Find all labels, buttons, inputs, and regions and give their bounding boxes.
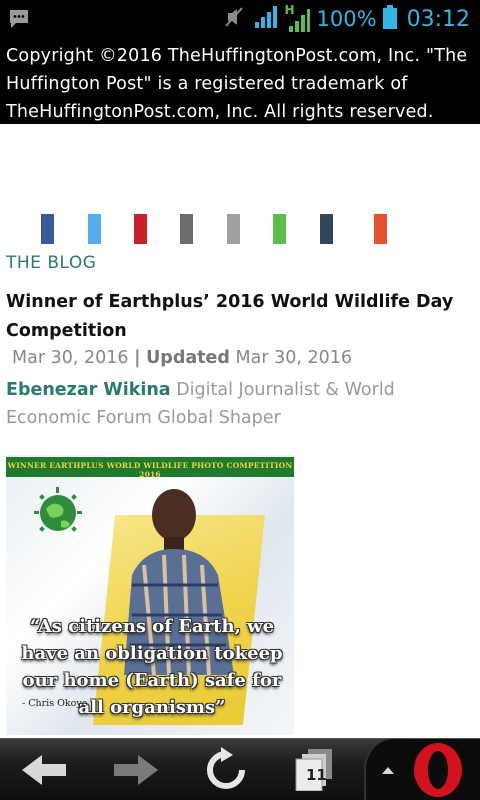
updated-date: Mar 30, 2016 bbox=[235, 348, 353, 368]
mute-icon bbox=[221, 4, 247, 34]
comment-share-button[interactable] bbox=[227, 214, 240, 244]
battery-icon bbox=[382, 5, 397, 33]
forward-button[interactable] bbox=[106, 739, 166, 800]
twitter-share-button[interactable] bbox=[88, 214, 101, 244]
tumblr-share-button[interactable] bbox=[320, 214, 333, 244]
author-link[interactable]: Ebenezar Wikina bbox=[6, 380, 171, 400]
opera-logo-icon bbox=[414, 743, 462, 797]
whatsapp-share-button[interactable] bbox=[273, 214, 286, 244]
share-bar bbox=[41, 214, 401, 244]
tabs-button[interactable]: 11 bbox=[286, 739, 346, 800]
date-separator: | bbox=[134, 348, 141, 368]
browser-toolbar: 11 bbox=[0, 738, 480, 800]
pinterest-share-button[interactable] bbox=[134, 214, 147, 244]
back-button[interactable] bbox=[14, 739, 74, 800]
article-image[interactable]: WINNER EARTHPLUS WORLD WILDLIFE PHOTO CO… bbox=[6, 455, 294, 735]
tab-count: 11 bbox=[306, 766, 327, 784]
image-banner-text: WINNER EARTHPLUS WORLD WILDLIFE PHOTO CO… bbox=[7, 461, 293, 479]
reload-icon bbox=[207, 747, 245, 789]
forward-arrow-icon bbox=[114, 755, 158, 785]
status-bar: H 100% 03:12 bbox=[0, 0, 480, 38]
updated-label: Updated bbox=[146, 348, 230, 368]
battery-percent: 100% bbox=[316, 7, 377, 31]
reddit-share-button[interactable] bbox=[374, 214, 387, 244]
opera-menu-button[interactable] bbox=[364, 739, 480, 800]
published-date: Mar 30, 2016 bbox=[12, 348, 129, 368]
back-arrow-icon bbox=[22, 755, 66, 785]
email-share-button[interactable] bbox=[180, 214, 193, 244]
section-link[interactable]: THE BLOG bbox=[6, 253, 96, 273]
data-signal-icon: H bbox=[285, 3, 311, 34]
reload-button[interactable] bbox=[196, 739, 256, 800]
byline: Ebenezar Wikina Digital Journalist & Wor… bbox=[6, 376, 466, 432]
earth-logo-icon bbox=[34, 487, 82, 532]
clock: 03:12 bbox=[406, 6, 470, 32]
article-dates: Mar 30, 2016 | Updated Mar 30, 2016 bbox=[12, 348, 352, 368]
facebook-share-button[interactable] bbox=[41, 214, 54, 244]
message-notification-icon bbox=[8, 8, 30, 30]
article-headline: Winner of Earthplus’ 2016 World Wildlife… bbox=[6, 292, 454, 341]
chevron-up-icon bbox=[382, 767, 394, 774]
image-attribution: - Chris Okoye bbox=[22, 698, 88, 709]
copyright-notice: Copyright ©2016 TheHuffingtonPost.com, I… bbox=[0, 38, 480, 124]
signal-icon bbox=[253, 4, 279, 34]
